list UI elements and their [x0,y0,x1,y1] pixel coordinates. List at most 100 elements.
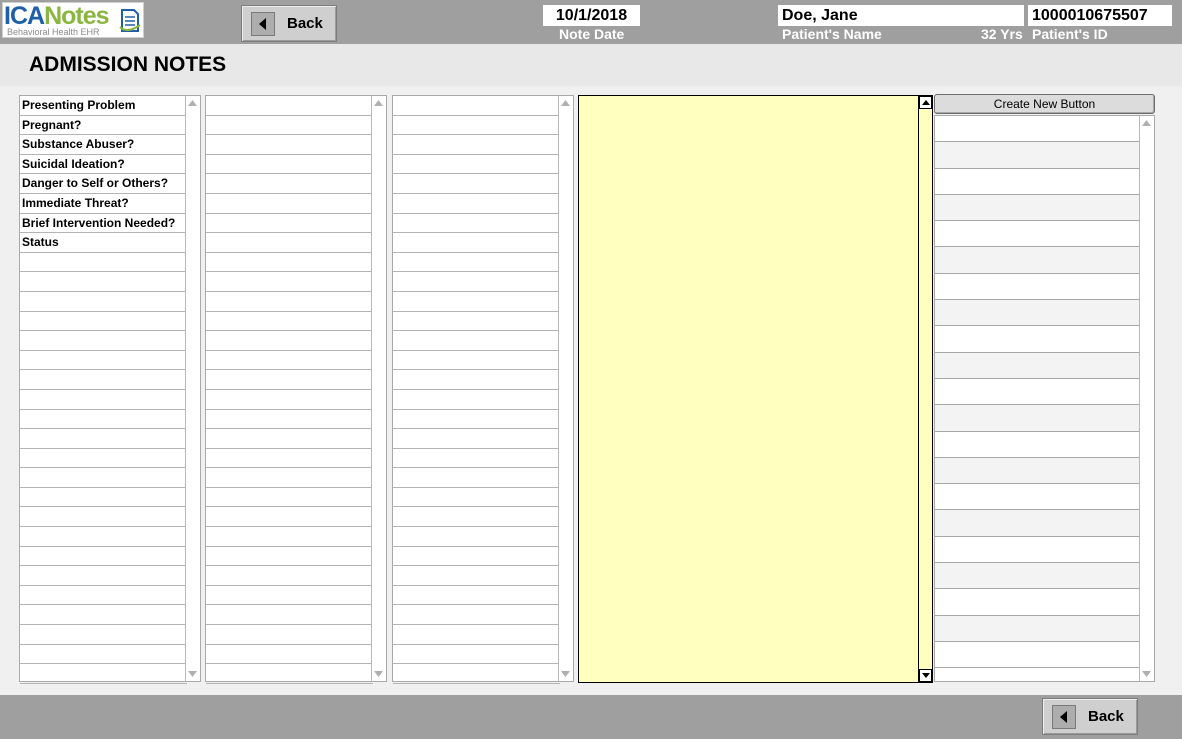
custom-button-slot[interactable] [935,247,1140,274]
list-row[interactable] [393,547,560,567]
list-row[interactable] [206,174,373,194]
list-row[interactable] [393,96,560,116]
list-row[interactable] [206,214,373,234]
list-row[interactable] [393,625,560,645]
list-row[interactable]: Presenting Problem [20,96,187,116]
list-row[interactable] [206,625,373,645]
list-row[interactable] [20,468,187,488]
list-row[interactable] [20,645,187,665]
custom-button-slot[interactable] [935,405,1140,432]
list-row[interactable] [393,488,560,508]
list-row[interactable] [20,664,187,684]
custom-button-slot[interactable] [935,615,1140,642]
list-row[interactable] [206,645,373,665]
list-row[interactable] [393,449,560,469]
list-row[interactable] [206,449,373,469]
list-row[interactable]: Pregnant? [20,116,187,136]
list-row[interactable] [393,292,560,312]
list-row[interactable] [20,272,187,292]
custom-button-slot[interactable] [935,642,1140,669]
custom-button-slot[interactable] [935,537,1140,564]
custom-button-slot[interactable] [935,300,1140,327]
list-row[interactable] [206,507,373,528]
list-row[interactable] [393,214,560,234]
list-row[interactable] [206,390,373,410]
custom-button-slot[interactable] [935,116,1140,143]
options-list[interactable] [392,95,574,684]
list-row[interactable] [20,331,187,351]
custom-button-slot[interactable] [935,589,1140,616]
list-row[interactable] [20,253,187,273]
list-row[interactable] [393,351,560,371]
list-row[interactable] [393,390,560,410]
list-row[interactable] [20,625,187,645]
list-row[interactable] [206,547,373,567]
list-row[interactable]: Immediate Threat? [20,194,187,214]
questions-scrollbar[interactable] [185,96,200,681]
list-row[interactable] [206,331,373,351]
list-row[interactable] [20,410,187,430]
list-row[interactable] [20,312,187,332]
list-row[interactable] [393,233,560,253]
scroll-down-icon[interactable] [186,667,199,681]
list-row[interactable] [393,272,560,292]
list-row[interactable] [393,312,560,332]
list-row[interactable] [206,410,373,430]
custom-button-slot[interactable] [935,326,1140,353]
scroll-up-icon[interactable] [186,96,199,110]
scroll-down-icon[interactable] [1140,667,1153,681]
list-row[interactable] [393,194,560,214]
scroll-up-icon[interactable] [372,96,385,110]
list-row[interactable] [393,507,560,528]
list-row[interactable] [206,233,373,253]
list-row[interactable] [20,390,187,410]
patient-id-value[interactable]: 1000010675507 [1028,5,1172,26]
list-row[interactable] [393,429,560,449]
list-row[interactable]: Substance Abuser? [20,135,187,155]
list-row[interactable] [206,468,373,488]
answers-scrollbar[interactable] [371,96,386,681]
list-row[interactable] [206,429,373,449]
note-text-area[interactable] [578,95,933,683]
list-row[interactable] [393,116,560,136]
custom-button-slot[interactable] [935,510,1140,537]
back-button-top[interactable]: Back [241,5,337,42]
list-row[interactable] [206,664,373,684]
list-row[interactable] [393,605,560,626]
back-button-bottom[interactable]: Back [1042,698,1138,735]
scroll-up-icon[interactable] [1140,116,1153,130]
list-row[interactable] [393,410,560,430]
scroll-down-icon[interactable] [919,669,932,682]
custom-button-slot[interactable] [935,457,1140,485]
list-row[interactable] [206,566,373,586]
list-row[interactable] [206,96,373,116]
list-row[interactable] [206,116,373,136]
options-scrollbar[interactable] [558,96,573,681]
note-date-value[interactable]: 10/1/2018 [543,5,640,26]
list-row[interactable] [20,605,187,626]
list-row[interactable] [393,174,560,194]
list-row[interactable] [206,527,373,547]
list-row[interactable] [20,547,187,567]
scroll-up-icon[interactable] [919,96,932,109]
custom-button-slot[interactable] [935,274,1140,301]
list-row[interactable] [206,135,373,155]
list-row[interactable] [206,253,373,273]
list-row[interactable] [20,449,187,469]
list-row[interactable] [206,586,373,606]
custom-button-slot[interactable] [935,142,1140,169]
list-row[interactable] [393,468,560,488]
custom-button-slot[interactable] [935,432,1140,458]
list-row[interactable] [20,351,187,371]
list-row[interactable] [393,370,560,390]
list-row[interactable] [393,664,560,684]
list-row[interactable] [20,292,187,312]
list-row[interactable] [206,488,373,508]
list-row[interactable] [206,351,373,371]
list-row[interactable]: Brief Intervention Needed? [20,214,187,234]
list-row[interactable] [206,312,373,332]
list-row[interactable] [393,135,560,155]
answers-list[interactable] [205,95,387,684]
scroll-up-icon[interactable] [559,96,572,110]
create-new-button[interactable]: Create New Button [934,94,1155,114]
